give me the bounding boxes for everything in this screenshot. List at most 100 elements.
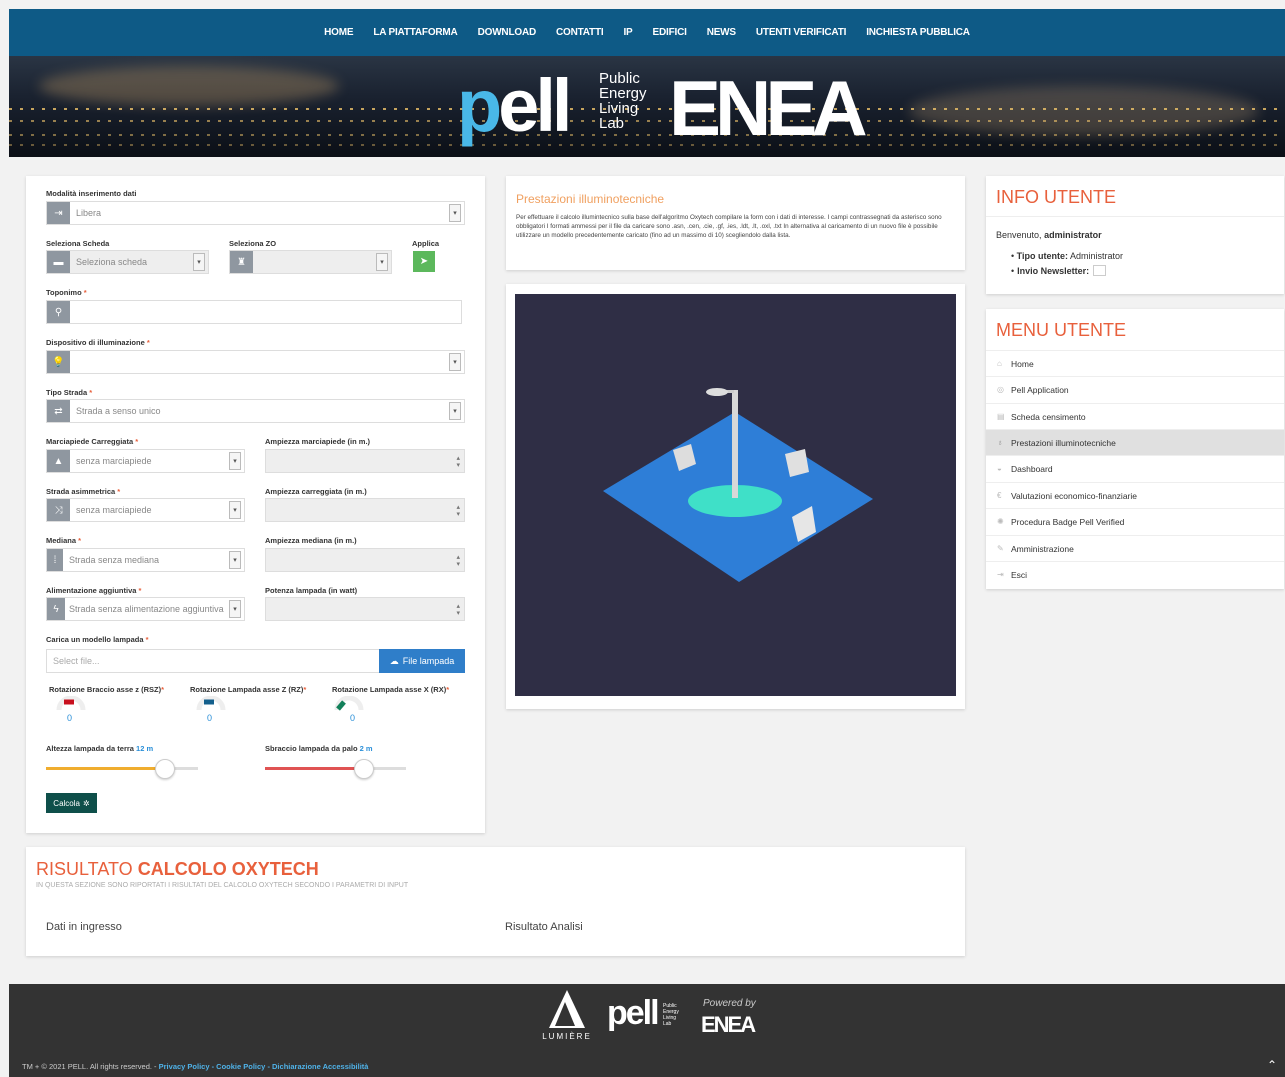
nav-piattaforma[interactable]: LA PIATTAFORMA (373, 27, 457, 38)
sign-in-icon: ⇥ (47, 202, 70, 224)
spinner-icon[interactable]: ▴ ▾ (456, 554, 460, 568)
road-icon: ▲ (47, 450, 70, 472)
welcome-text: Benvenuto, administrator (996, 230, 1102, 240)
alimentazione-label: Alimentazione aggiuntiva * (46, 586, 142, 595)
menu-item-dashboard[interactable]: ◒ Dashboard (986, 455, 1284, 481)
footer: LUMIÈRE pell Public Energy Living Lab Power… (9, 984, 1285, 1077)
scroll-top-icon[interactable]: ⌃ (1267, 1058, 1277, 1072)
nav-home[interactable]: HOME (324, 27, 353, 38)
form-card: Modalità inserimento dati ⇥ Libera ▾ Sel… (26, 176, 485, 833)
altezza-label: Altezza lampada da terra 12 m (46, 744, 154, 753)
euro-icon: € (997, 491, 1002, 500)
nav-contatti[interactable]: CONTATTI (556, 27, 604, 38)
3d-scene-canvas[interactable] (515, 294, 956, 696)
certificate-icon: ✺ (997, 517, 1004, 526)
ampiezza-mediana-input[interactable]: ▴ ▾ (265, 548, 465, 572)
risultato-analisi-heading: Risultato Analisi (505, 921, 583, 933)
ampiezza-mediana-label: Ampiezza mediana (in m.) (265, 536, 357, 545)
nav-edifici[interactable]: EDIFICI (653, 27, 687, 38)
home-icon: ⌂ (997, 359, 1002, 368)
ampiezza-carreggiata-label: Ampiezza carreggiata (in m.) (265, 487, 367, 496)
scene-card (506, 284, 965, 709)
rot3-knob[interactable] (334, 695, 364, 712)
ampiezza-marciapiede-input[interactable]: ▴ ▾ (265, 449, 465, 473)
tipo-utente: • Tipo utente: Administrator (1011, 251, 1124, 261)
toponimo-input[interactable]: ⚲ (46, 300, 462, 324)
newsletter-checkbox[interactable] (1093, 265, 1107, 276)
alimentazione-select[interactable]: ϟ Strada senza alimentazione aggiuntiva … (46, 597, 245, 621)
asimmetrica-select[interactable]: ⤨ senza marciapiede ▾ (46, 498, 245, 522)
nav-ip[interactable]: IP (623, 27, 632, 38)
tipo-strada-select[interactable]: ⇄ Strada a senso unico ▾ (46, 399, 465, 423)
sbraccio-slider-handle[interactable] (353, 759, 374, 779)
calcola-button[interactable]: Calcola ✲ (46, 793, 97, 813)
rot3-value: 0 (350, 713, 356, 723)
footer-links[interactable]: Privacy Policy - Cookie Policy - Dichiar… (159, 1062, 369, 1071)
modalita-select[interactable]: ⇥ Libera ▾ (46, 201, 465, 225)
applica-button[interactable]: ➤ (413, 251, 435, 272)
dashboard-icon: ◒ (997, 464, 1002, 473)
chevron-down-icon: ▾ (449, 402, 461, 420)
nav-utenti-verificati[interactable]: UTENTI VERIFICATI (756, 27, 847, 38)
altezza-slider-handle[interactable] (154, 759, 175, 779)
info-utente-title: INFO UTENTE (996, 187, 1116, 207)
spinner-icon[interactable]: ▴ ▾ (456, 455, 460, 469)
risultato-subtitle: IN QUESTA SEZIONE SONO RIPORTATI I RISUL… (36, 882, 409, 889)
scheda-select[interactable]: ▬ Seleziona scheda ▾ (46, 250, 209, 274)
folder-icon: ▬ (47, 251, 70, 273)
menu-item-esci[interactable]: ⇥ Esci (986, 561, 1284, 587)
footer-pell-tagline: Public Energy Living Lab (663, 1003, 679, 1027)
chevron-down-icon: ▾ (376, 253, 388, 271)
spinner-icon[interactable]: ▴ ▾ (456, 603, 460, 617)
lightbulb-icon: ♁ (997, 438, 1003, 447)
top-navigation: HOME LA PIATTAFORMA DOWNLOAD CONTATTI IP… (9, 9, 1285, 56)
rot2-knob[interactable] (196, 695, 226, 712)
menu-item-home[interactable]: ⌂ Home (986, 350, 1284, 376)
marciapiede-label: Marciapiede Carreggiata * (46, 437, 139, 446)
pell-tagline: Public Energy Living Lab (599, 70, 647, 132)
rot1-knob[interactable] (56, 695, 86, 712)
rot1-value: 0 (67, 713, 73, 723)
file-lampada-button[interactable]: ☁ File lampada (379, 649, 465, 673)
chevron-down-icon: ▾ (229, 600, 241, 618)
dispositivo-select[interactable]: 💡 ▾ (46, 350, 465, 374)
spinner-icon[interactable]: ▴ ▾ (456, 504, 460, 518)
menu-item-badge[interactable]: ✺ Procedura Badge Pell Verified (986, 508, 1284, 534)
ampiezza-carreggiata-input[interactable]: ▴ ▾ (265, 498, 465, 522)
menu-item-scheda-censimento[interactable]: ▤ Scheda censimento (986, 403, 1284, 429)
marciapiede-select[interactable]: ▲ senza marciapiede ▾ (46, 449, 245, 473)
footer-enea-logo: ENEA (701, 1012, 756, 1037)
divider-icon: ⁞ (47, 549, 63, 571)
modalita-label: Modalità inserimento dati (46, 189, 137, 198)
random-icon: ⤨ (47, 499, 70, 521)
mediana-select[interactable]: ⁞ Strada senza mediana ▾ (46, 548, 245, 572)
chevron-down-icon: ▾ (193, 253, 205, 271)
potenza-input[interactable]: ▴ ▾ (265, 597, 465, 621)
enea-logo: ENEA (669, 64, 868, 152)
dati-ingresso-heading: Dati in ingresso (46, 921, 122, 933)
nav-news[interactable]: NEWS (707, 27, 736, 38)
altezza-slider[interactable] (46, 759, 198, 779)
lumiere-logo-mark (549, 990, 585, 1028)
risultato-title: RISULTATO CALCOLO OXYTECH (36, 859, 319, 879)
header-banner: pell Public Energy Living Lab ENEA (9, 56, 1285, 157)
copyright: TM + © 2021 PELL. All rights reserved. -… (22, 1062, 369, 1071)
rot1-label: Rotazione Braccio asse z (RSZ)* (49, 685, 165, 694)
ampiezza-marciapiede-label: Ampiezza marciapiede (in m.) (265, 437, 371, 446)
prestazioni-title: Prestazioni illuminotecniche (516, 192, 665, 206)
menu-item-prestazioni[interactable]: ♁ Prestazioni illuminotecniche (986, 429, 1284, 455)
send-icon: ➤ (419, 256, 429, 267)
file-input[interactable]: Select file... (46, 649, 380, 673)
lumiere-logo: LUMIÈRE (537, 990, 597, 1041)
nav-download[interactable]: DOWNLOAD (478, 27, 537, 38)
sbraccio-slider[interactable] (265, 759, 406, 779)
menu-item-amministrazione[interactable]: ✎ Amministrazione (986, 535, 1284, 561)
nav-inchiesta-pubblica[interactable]: INCHIESTA PUBBLICA (866, 27, 970, 38)
menu-item-valutazioni[interactable]: € Valutazioni economico-finanziarie (986, 482, 1284, 508)
zo-select[interactable]: ♜ ▾ (229, 250, 392, 274)
risultato-card: RISULTATO CALCOLO OXYTECH IN QUESTA SEZI… (26, 847, 965, 956)
menu-item-pell-application[interactable]: ◎ Pell Application (986, 376, 1284, 402)
chevron-down-icon: ▾ (449, 204, 461, 222)
scheda-label: Seleziona Scheda (46, 239, 110, 248)
potenza-label: Potenza lampada (in watt) (265, 586, 358, 595)
